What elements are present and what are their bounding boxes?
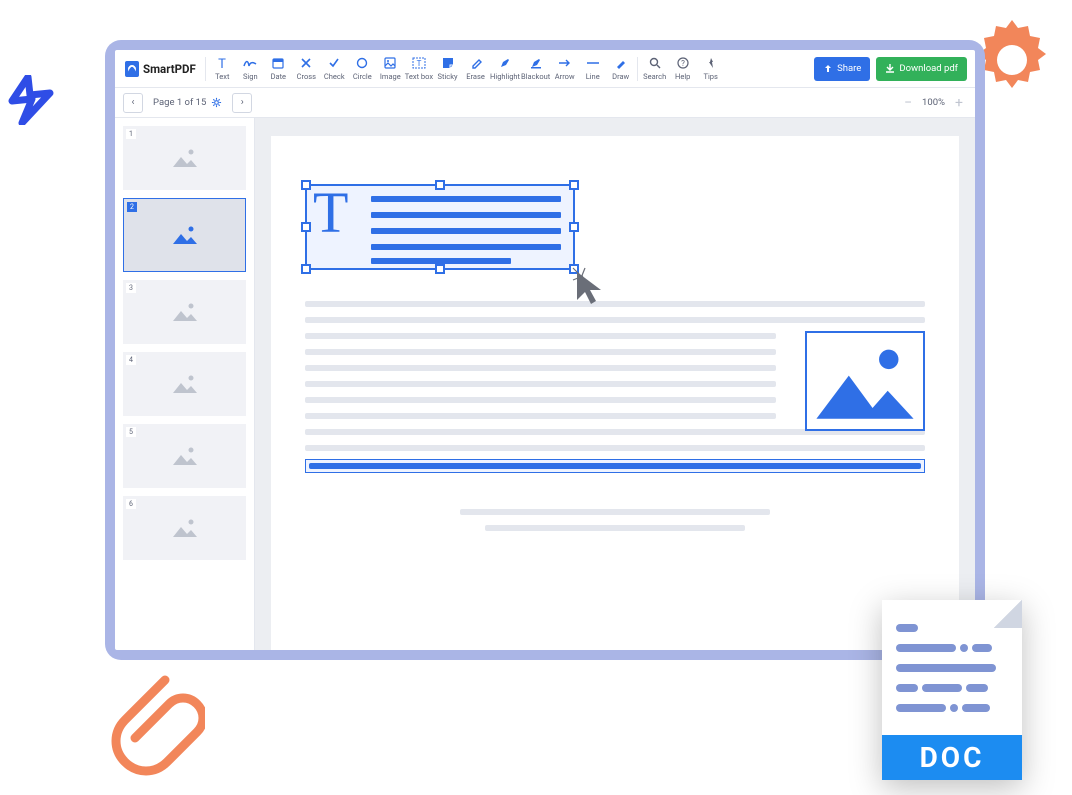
tool-check[interactable]: Check [321,52,348,86]
thumbnail-sidebar: 1 2 3 4 5 6 [115,118,255,650]
tool-search[interactable]: Search [641,52,668,86]
document-page[interactable]: T [271,136,959,650]
tool-image[interactable]: Image [377,52,404,86]
thumbnail-2[interactable]: 2 [123,198,246,272]
image-element[interactable] [805,331,925,431]
resize-handle-n[interactable] [435,180,445,190]
top-toolbar: SmartPDF TText Sign Date Cross Check Cir… [115,50,975,88]
resize-handle-w[interactable] [301,222,311,232]
thumbnail-1[interactable]: 1 [123,126,246,190]
prev-page-button[interactable]: ‹ [123,93,143,113]
next-page-button[interactable]: › [232,93,252,113]
tool-erase[interactable]: Erase [462,52,489,86]
text-element-icon: T [313,184,348,242]
tool-highlight[interactable]: Highlight [490,52,520,86]
resize-handle-ne[interactable] [569,180,579,190]
tool-arrow[interactable]: Arrow [551,52,578,86]
doc-file-badge: DOC [882,600,1022,780]
tool-textbox[interactable]: TText box [405,52,433,86]
tool-sticky[interactable]: Sticky [434,52,461,86]
page-settings-icon[interactable] [211,97,222,108]
tool-line[interactable]: Line [579,52,606,86]
svg-text:T: T [417,59,422,68]
selected-text-element[interactable]: T [305,184,575,270]
doc-badge-label: DOC [882,735,1022,780]
brand-icon [125,61,139,77]
highlighted-line[interactable] [305,459,925,473]
resize-handle-s[interactable] [435,264,445,274]
tool-text[interactable]: TText [209,52,236,86]
thumbnail-4[interactable]: 4 [123,352,246,416]
app-frame: SmartPDF TText Sign Date Cross Check Cir… [105,40,985,660]
share-button[interactable]: Share [814,57,870,81]
tool-date[interactable]: Date [265,52,292,86]
brand-name: SmartPDF [143,62,196,76]
zoom-out-button[interactable]: − [900,95,916,111]
sub-toolbar: ‹ Page 1 of 15 › − 100% + [115,88,975,118]
thumbnail-3[interactable]: 3 [123,280,246,344]
tool-draw[interactable]: Draw [607,52,634,86]
tool-sign[interactable]: Sign [237,52,264,86]
paperclip-decoration [95,660,205,780]
bolt-decoration [8,75,56,125]
cursor-icon [571,266,611,306]
brand-logo[interactable]: SmartPDF [123,61,202,77]
zoom-value: 100% [922,97,945,108]
tool-circle[interactable]: Circle [349,52,376,86]
download-icon [885,64,895,74]
share-icon [823,64,833,74]
canvas-area[interactable]: T [255,118,975,650]
svg-text:T: T [218,57,226,69]
thumbnail-5[interactable]: 5 [123,424,246,488]
resize-handle-nw[interactable] [301,180,311,190]
zoom-in-button[interactable]: + [951,95,967,111]
thumbnail-6[interactable]: 6 [123,496,246,560]
tool-cross[interactable]: Cross [293,52,320,86]
resize-handle-e[interactable] [569,222,579,232]
download-button[interactable]: Download pdf [876,57,967,81]
svg-text:?: ? [681,59,685,68]
page-indicator: Page 1 of 15 [153,97,206,108]
tool-blackout[interactable]: Blackout [521,52,550,86]
tool-tips[interactable]: Tips [697,52,724,86]
resize-handle-sw[interactable] [301,264,311,274]
tool-help[interactable]: ?Help [669,52,696,86]
